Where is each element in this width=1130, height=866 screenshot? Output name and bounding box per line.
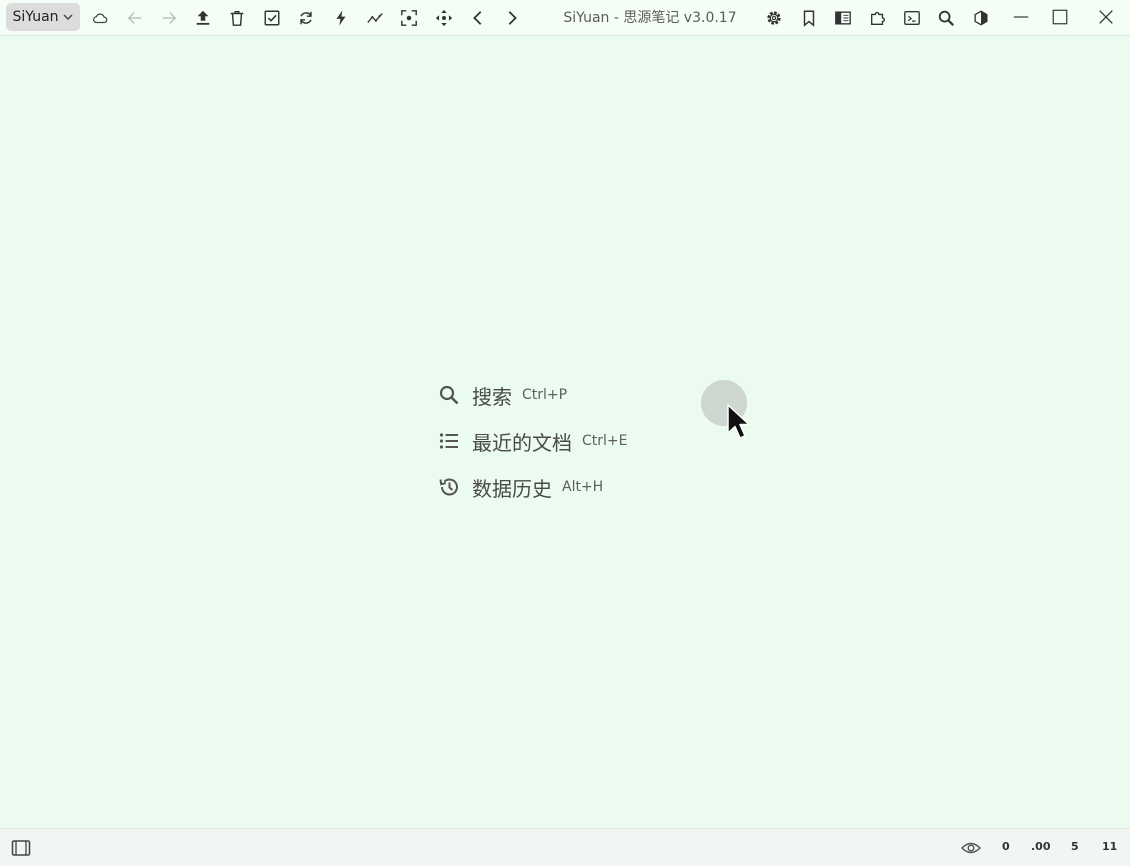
theme-icon[interactable] xyxy=(970,7,992,29)
move-icon[interactable] xyxy=(433,7,455,29)
search-icon[interactable] xyxy=(935,7,957,29)
bookmark-icon[interactable] xyxy=(798,7,820,29)
top-toolbar: SiYuan SiYuan - 思源笔记 v3.0.17 xyxy=(0,0,1130,36)
search-label: 搜索 xyxy=(472,384,512,409)
search-menu-item[interactable]: 搜索 Ctrl+P xyxy=(437,380,567,410)
focus-icon[interactable] xyxy=(398,7,420,29)
search-icon xyxy=(437,383,461,407)
minimize-icon xyxy=(1013,16,1029,18)
dock-toggle-icon[interactable] xyxy=(11,839,31,857)
list-icon xyxy=(437,429,461,453)
data-history-shortcut: Alt+H xyxy=(562,479,604,495)
status-stat: 11 xyxy=(1102,840,1118,853)
search-shortcut: Ctrl+P xyxy=(522,387,568,403)
close-icon xyxy=(1099,10,1113,24)
recent-docs-shortcut: Ctrl+E xyxy=(582,433,628,449)
prev-icon[interactable] xyxy=(467,7,489,29)
data-history-menu-item[interactable]: 数据历史 Alt+H xyxy=(437,472,603,502)
recent-docs-menu-item[interactable]: 最近的文档 Ctrl+E xyxy=(437,426,628,456)
upload-icon[interactable] xyxy=(192,7,214,29)
chevron-down-icon xyxy=(63,14,73,20)
workspace-label: SiYuan xyxy=(12,9,59,25)
mouse-cursor-icon xyxy=(727,404,750,439)
maximize-icon xyxy=(1052,9,1068,25)
window-title: SiYuan - 思源笔记 v3.0.17 xyxy=(563,10,737,26)
data-history-label: 数据历史 xyxy=(472,476,552,501)
settings-icon[interactable] xyxy=(763,7,785,29)
forward-icon[interactable] xyxy=(158,7,180,29)
status-stat: 5 xyxy=(1071,840,1079,853)
recent-docs-label: 最近的文档 xyxy=(472,430,572,455)
close-button[interactable] xyxy=(1083,0,1129,34)
status-stat: 0 xyxy=(1002,840,1010,853)
refresh-icon[interactable] xyxy=(295,7,317,29)
status-stat: .00 xyxy=(1031,840,1051,853)
history-icon xyxy=(437,475,461,499)
maximize-button[interactable] xyxy=(1037,0,1083,34)
trash-icon[interactable] xyxy=(226,7,248,29)
back-icon[interactable] xyxy=(124,7,146,29)
reader-icon[interactable] xyxy=(832,7,854,29)
checkbox-icon[interactable] xyxy=(261,7,283,29)
cloud-sync-icon[interactable] xyxy=(89,7,111,29)
terminal-icon[interactable] xyxy=(901,7,923,29)
lightning-icon[interactable] xyxy=(330,7,352,29)
eye-icon[interactable] xyxy=(961,840,981,856)
graph-icon[interactable] xyxy=(364,7,386,29)
status-bar: 0 .00 5 11 xyxy=(0,828,1130,866)
workspace-button[interactable]: SiYuan xyxy=(6,3,80,31)
plugin-icon[interactable] xyxy=(867,7,889,29)
